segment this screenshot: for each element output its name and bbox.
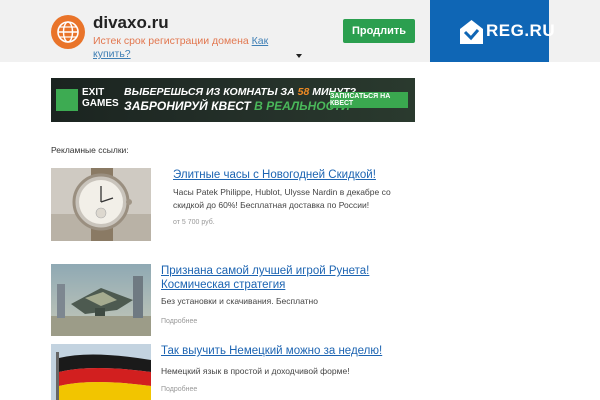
ad-title-watches[interactable]: Элитные часы с Новогодней Скидкой! — [173, 168, 413, 182]
ads-label: Рекламные ссылки: — [51, 145, 129, 155]
banner-subheadline-before: ЗАБРОНИРУЙ КВЕСТ — [124, 99, 255, 113]
renew-button[interactable]: Продлить — [343, 19, 415, 43]
expired-text: Истек срок регистрации домена — [93, 35, 252, 47]
ad-description-space-game: Без установки и скачивания. Бесплатно — [161, 296, 318, 306]
ad-image-german-flag[interactable] — [51, 344, 151, 400]
banner-headline: ВЫБЕРЕШЬСЯ ИЗ КОМНАТЫ ЗА 58 МИНУТ? — [124, 86, 356, 98]
ad-image-space-game[interactable] — [51, 264, 151, 336]
globe-icon — [51, 15, 85, 49]
reg-logo-icon — [460, 20, 483, 44]
ad-image-watch[interactable] — [51, 168, 151, 241]
ad-title-space-game[interactable]: Признана самой лучшей игрой Рунета! Косм… — [161, 264, 421, 292]
ad-more-german[interactable]: Подробнее — [161, 386, 197, 393]
banner-brand-line1: EXIT — [82, 87, 105, 98]
ad-description-german: Немецкий язык в простой и доходчивой фор… — [161, 366, 350, 376]
expired-notice: Истек срок регистрации домена Как купить… — [93, 35, 293, 61]
banner-subheadline: ЗАБРОНИРУЙ КВЕСТ В РЕАЛЬНОСТИ — [124, 99, 350, 113]
registrar-name: REG.RU — [486, 21, 556, 40]
banner-headline-before: ВЫБЕРЕШЬСЯ ИЗ КОМНАТЫ ЗА — [124, 86, 298, 98]
ad-description-watches: Часы Patek Philippe, Hublot, Ulysse Nard… — [173, 187, 391, 210]
ad-more-space-game[interactable]: Подробнее — [161, 318, 197, 325]
banner-cta-button[interactable]: ЗАПИСАТЬСЯ НА КВЕСТ — [330, 92, 408, 108]
exit-games-logo-icon — [56, 89, 78, 111]
ad-price-watches: от 5 700 руб. — [173, 219, 215, 226]
banner-brand-line2: GAMES — [82, 98, 119, 109]
chevron-down-icon[interactable] — [296, 54, 302, 58]
banner-headline-number: 58 — [297, 86, 310, 98]
ad-title-german[interactable]: Так выучить Немецкий можно за неделю! — [161, 344, 421, 358]
domain-name: divaxo.ru — [93, 13, 169, 32]
